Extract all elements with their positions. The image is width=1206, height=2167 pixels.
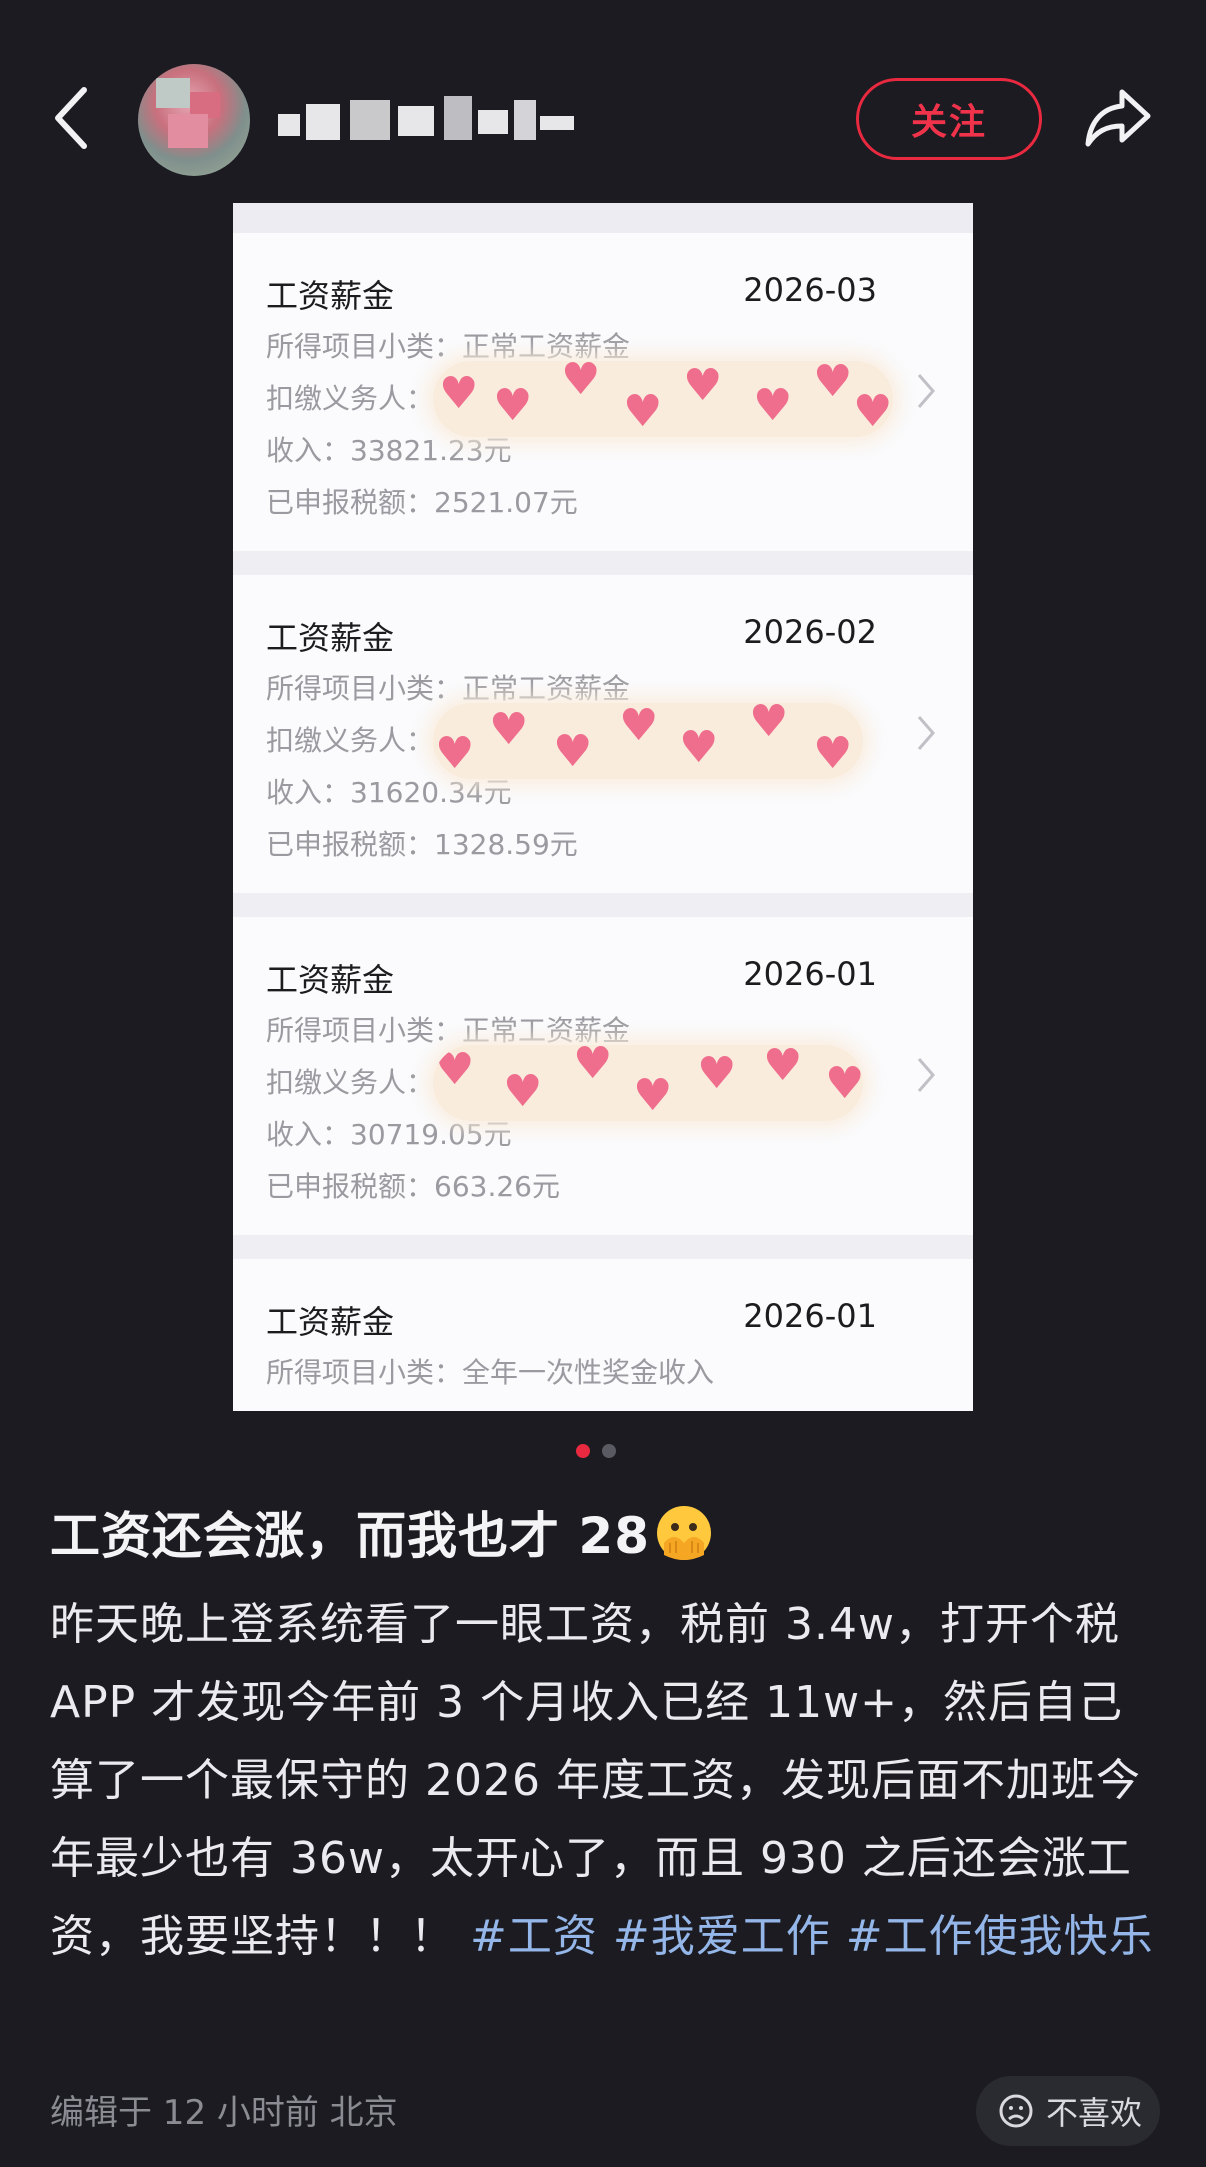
chevron-right-icon — [917, 1058, 935, 1092]
redaction-hearts-sticker: ♥ ♥ ♥ ♥ ♥ ♥ ♥ — [433, 703, 863, 779]
avatar[interactable] — [138, 64, 250, 176]
carousel-indicator — [576, 1444, 620, 1460]
share-button[interactable] — [1082, 82, 1154, 154]
post-detail-page: 关注 工资薪金 2026-03 所得项目小类：正常工资薪金 扣缴义务人： 收入：… — [0, 0, 1206, 2167]
record-payer-label: 扣缴义务人： — [266, 382, 435, 415]
record-date: 2026-02 — [743, 613, 877, 651]
record-payer-label: 扣缴义务人： — [266, 1066, 435, 1099]
sad-face-icon — [999, 2094, 1033, 2128]
chevron-right-icon — [917, 716, 935, 750]
dislike-button[interactable]: 不喜欢 — [976, 2076, 1160, 2146]
record-title: 工资薪金 — [266, 619, 395, 657]
income-record[interactable]: 工资薪金 2026-03 所得项目小类：正常工资薪金 扣缴义务人： 收入：338… — [233, 233, 973, 551]
hashtag-salary[interactable]: #工资 — [470, 1911, 598, 1962]
income-record[interactable]: 工资薪金 2026-02 所得项目小类：正常工资薪金 扣缴义务人： 收入：316… — [233, 575, 973, 893]
income-record[interactable]: 工资薪金 2026-01 所得项目小类：正常工资薪金 扣缴义务人： 收入：307… — [233, 917, 973, 1235]
follow-button[interactable]: 关注 — [856, 78, 1042, 160]
share-icon — [1085, 89, 1151, 147]
post-body: 昨天晚上登系统看了一眼工资，税前 3.4w，打开个税 APP 才发现今年前 3 … — [50, 1586, 1160, 1976]
record-subcategory: 所得项目小类：全年一次性奖金收入 — [266, 1356, 715, 1389]
carousel-dot — [602, 1444, 616, 1458]
record-tax: 已申报税额：1328.59元 — [266, 828, 578, 861]
record-date: 2026-03 — [743, 271, 877, 309]
record-date: 2026-01 — [743, 1297, 877, 1335]
back-icon — [55, 87, 87, 149]
record-subcategory: 所得项目小类：正常工资薪金 — [266, 1014, 631, 1047]
record-title: 工资薪金 — [266, 1303, 395, 1341]
face-with-hand-over-mouth-emoji-icon — [657, 1506, 711, 1560]
income-record[interactable]: 工资薪金 2026-01 所得项目小类：全年一次性奖金收入 — [233, 1259, 973, 1411]
record-title: 工资薪金 — [266, 277, 395, 315]
record-payer-label: 扣缴义务人： — [266, 724, 435, 757]
post-body-text: 昨天晚上登系统看了一眼工资，税前 3.4w，打开个税 APP 才发现今年前 3 … — [50, 1599, 1141, 1962]
record-tax: 已申报税额：2521.07元 — [266, 486, 578, 519]
back-button[interactable] — [50, 82, 96, 154]
hashtag-work-makes-me-happy[interactable]: #工作使我快乐 — [846, 1911, 1154, 1962]
chevron-right-icon — [917, 374, 935, 408]
post-title: 工资还会涨，而我也才 28 — [50, 1496, 714, 1568]
record-subcategory: 所得项目小类：正常工资薪金 — [266, 672, 631, 705]
record-subcategory: 所得项目小类：正常工资薪金 — [266, 330, 631, 363]
income-records-image[interactable]: 工资薪金 2026-03 所得项目小类：正常工资薪金 扣缴义务人： 收入：338… — [233, 203, 973, 1411]
hashtag-i-love-work[interactable]: #我爱工作 — [613, 1911, 831, 1962]
redaction-hearts-sticker: ♥ ♥ ♥ ♥ ♥ ♥ ♥ — [433, 1045, 863, 1121]
carousel-dot-active — [576, 1444, 590, 1458]
record-tax: 已申报税额：663.26元 — [266, 1170, 560, 1203]
post-title-text: 工资还会涨，而我也才 28 — [50, 1507, 650, 1565]
dislike-label: 不喜欢 — [1046, 2094, 1143, 2132]
redaction-hearts-sticker: ♥ ♥ ♥ ♥ ♥ ♥ ♥ ♥ — [433, 361, 893, 437]
post-meta: 编辑于 12 小时前 北京 — [50, 2093, 398, 2133]
record-date: 2026-01 — [743, 955, 877, 993]
username-redacted[interactable] — [278, 92, 588, 148]
record-title: 工资薪金 — [266, 961, 395, 999]
